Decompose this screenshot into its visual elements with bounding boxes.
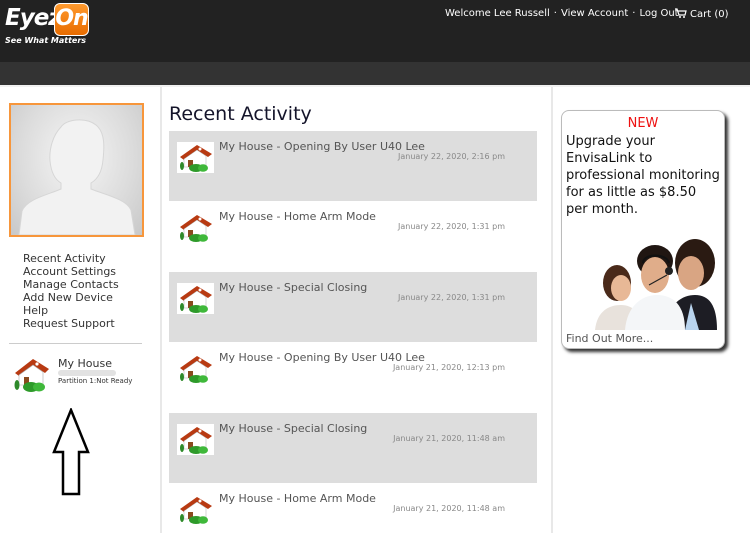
find-out-more-link[interactable]: Find Out More...	[566, 332, 653, 345]
house-icon	[180, 356, 212, 383]
user-silhouette-icon	[18, 119, 136, 235]
top-nav: Welcome Lee Russell · View Account · Log Out	[445, 8, 679, 19]
house-icon	[177, 424, 214, 455]
activity-timestamp: January 21, 2020, 11:48 am	[393, 434, 505, 443]
sidebar-item-recent-activity[interactable]: Recent Activity	[23, 252, 119, 265]
sidebar-item-request-support[interactable]: Request Support	[23, 317, 119, 330]
activity-title: My House - Special Closing	[219, 422, 368, 435]
activity-timestamp: January 21, 2020, 11:48 am	[393, 504, 505, 513]
activity-timestamp: January 22, 2020, 2:16 pm	[398, 152, 505, 161]
view-account-link[interactable]: View Account	[561, 8, 628, 19]
column-divider-left	[160, 87, 162, 533]
house-icon	[177, 283, 214, 314]
up-arrow-icon	[52, 408, 90, 496]
sidebar-item-help[interactable]: Help	[23, 304, 119, 317]
cart-label: Cart (0)	[690, 9, 729, 20]
house-icon[interactable]	[11, 355, 51, 393]
partition-status: Partition 1:Not Ready	[58, 377, 133, 385]
logo-text-eyez: Eyez	[5, 5, 62, 31]
cart-link[interactable]: Cart (0)	[675, 8, 729, 20]
nav-separator: ·	[553, 8, 557, 19]
page-title: Recent Activity	[169, 103, 312, 125]
house-icon	[180, 497, 212, 524]
activity-title: My House - Special Closing	[219, 281, 368, 294]
upgrade-ad[interactable]: NEW Upgrade your EnvisaLink to professio…	[561, 110, 725, 349]
profile-avatar[interactable]	[9, 103, 144, 237]
ad-new-badge: NEW	[627, 116, 659, 131]
nav-bar	[0, 62, 750, 85]
activity-item[interactable]: My House - Special Closing January 22, 2…	[169, 272, 537, 342]
activity-title: My House - Home Arm Mode	[219, 492, 376, 505]
sidebar-item-account-settings[interactable]: Account Settings	[23, 265, 119, 278]
ad-text: Upgrade your EnvisaLink to professional …	[566, 134, 720, 217]
sidebar-item-add-new-device[interactable]: Add New Device	[23, 291, 119, 304]
activity-title: My House - Opening By User U40 Lee	[219, 140, 425, 153]
welcome-text: Welcome Lee Russell	[445, 8, 550, 19]
redacted-address	[58, 370, 116, 376]
activity-item[interactable]: My House - Home Arm Mode January 21, 202…	[169, 483, 537, 553]
sidebar-divider	[9, 343, 142, 344]
column-divider-right	[551, 87, 553, 533]
activity-item[interactable]: My House - Special Closing January 21, 2…	[169, 413, 537, 483]
sidebar-item-manage-contacts[interactable]: Manage Contacts	[23, 278, 119, 291]
activity-item[interactable]: My House - Opening By User U40 Lee Janua…	[169, 342, 537, 412]
activity-timestamp: January 22, 2020, 1:31 pm	[398, 222, 505, 231]
logo-text-on: On	[54, 3, 89, 36]
activity-title: My House - Home Arm Mode	[219, 210, 376, 223]
activity-item[interactable]: My House - Opening By User U40 Lee Janua…	[169, 131, 537, 201]
device-name[interactable]: My House	[58, 357, 112, 370]
house-icon	[177, 142, 214, 173]
nav-separator: ·	[632, 8, 636, 19]
logo-tagline: See What Matters	[5, 36, 87, 45]
house-icon	[180, 215, 212, 242]
sidebar: Recent Activity Account Settings Manage …	[0, 87, 160, 533]
shopping-cart-icon	[675, 8, 687, 18]
call-center-agents-image	[587, 233, 717, 330]
activity-item[interactable]: My House - Home Arm Mode January 22, 202…	[169, 201, 537, 271]
sidebar-menu: Recent Activity Account Settings Manage …	[23, 252, 119, 330]
activity-timestamp: January 21, 2020, 12:13 pm	[392, 363, 505, 372]
activity-timestamp: January 22, 2020, 1:31 pm	[398, 293, 505, 302]
log-out-link[interactable]: Log Out	[639, 8, 678, 19]
